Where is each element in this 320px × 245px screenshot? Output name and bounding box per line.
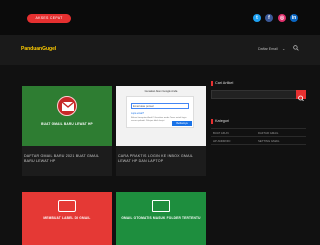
divider xyxy=(211,128,306,129)
thumbnail-caption: BUAT GMAIL BARU LEWAT HP xyxy=(41,122,93,126)
search-widget-title: Cari Artikel xyxy=(215,81,234,85)
thumbnail-heading: Gunakan Akun Google Anda xyxy=(144,90,178,93)
label-icon xyxy=(58,200,76,212)
category-tag[interactable]: DAFTAR GMAIL xyxy=(258,131,278,135)
sidebar-search-button[interactable] xyxy=(296,90,306,102)
sidebar-search-input[interactable] xyxy=(211,90,306,99)
next-button-preview: Berikutnya xyxy=(172,121,192,126)
post-title[interactable]: CARA PRAKTIS LOGIN KE INBOX GMAIL LEWAT … xyxy=(118,154,204,165)
thumbnail-caption: GMAIL OTOMATIS MASUK FOLDER TERTENTU xyxy=(121,216,201,220)
forgot-email-link: Lupa email? xyxy=(131,112,145,115)
search-icon[interactable] xyxy=(296,94,306,103)
quick-access-button[interactable]: AKSES CEPAT xyxy=(27,14,71,23)
email-field-preview: Email atau ponsel xyxy=(131,103,189,109)
category-widget-title: Kategori xyxy=(215,119,230,123)
nav-link-daftar-email[interactable]: Daftar Email xyxy=(258,47,278,51)
post-thumbnail[interactable]: Gunakan Akun Google Anda Email atau pons… xyxy=(116,86,206,146)
instagram-icon[interactable]: ◎ xyxy=(278,14,286,22)
post-thumbnail[interactable]: MEMBUAT LABEL DI GMAIL xyxy=(22,192,112,245)
twitter-icon[interactable]: t xyxy=(253,14,261,22)
post-card[interactable]: GMAIL OTOMATIS MASUK FOLDER TERTENTU xyxy=(116,192,206,245)
linkedin-icon[interactable]: in xyxy=(290,14,298,22)
site-logo[interactable]: PanduanGugel xyxy=(21,46,56,52)
facebook-icon[interactable]: f xyxy=(265,14,273,22)
category-tag[interactable]: HP ANDROID xyxy=(213,139,230,143)
divider xyxy=(211,136,306,137)
search-icon[interactable] xyxy=(293,45,299,51)
thumbnail-caption: MEMBUAT LABEL DI GMAIL xyxy=(43,216,91,220)
gmail-icon xyxy=(57,96,77,116)
post-card[interactable]: BUAT GMAIL BARU LEWAT HP DAFTAR GMAIL BA… xyxy=(22,86,112,176)
category-tag[interactable]: SETTING GMAIL xyxy=(258,139,280,143)
top-bar: AKSES CEPAT t f ◎ in xyxy=(0,0,320,35)
folder-icon xyxy=(152,200,170,212)
section-marker xyxy=(211,81,213,86)
post-title[interactable]: DAFTAR GMAIL BARU 2021 BUAT GMAIL BARU L… xyxy=(24,154,110,165)
site-header: PanduanGugel Daftar Email ⌄ xyxy=(0,35,320,65)
divider xyxy=(211,144,306,145)
chevron-down-icon[interactable]: ⌄ xyxy=(282,46,285,51)
post-thumbnail[interactable]: GMAIL OTOMATIS MASUK FOLDER TERTENTU xyxy=(116,192,206,245)
section-marker xyxy=(211,119,213,124)
post-card[interactable]: Gunakan Akun Google Anda Email atau pons… xyxy=(116,86,206,176)
post-thumbnail[interactable]: BUAT GMAIL BARU LEWAT HP xyxy=(22,86,112,146)
category-tag[interactable]: BUAT AKUN xyxy=(213,131,229,135)
post-card[interactable]: MEMBUAT LABEL DI GMAIL xyxy=(22,192,112,245)
